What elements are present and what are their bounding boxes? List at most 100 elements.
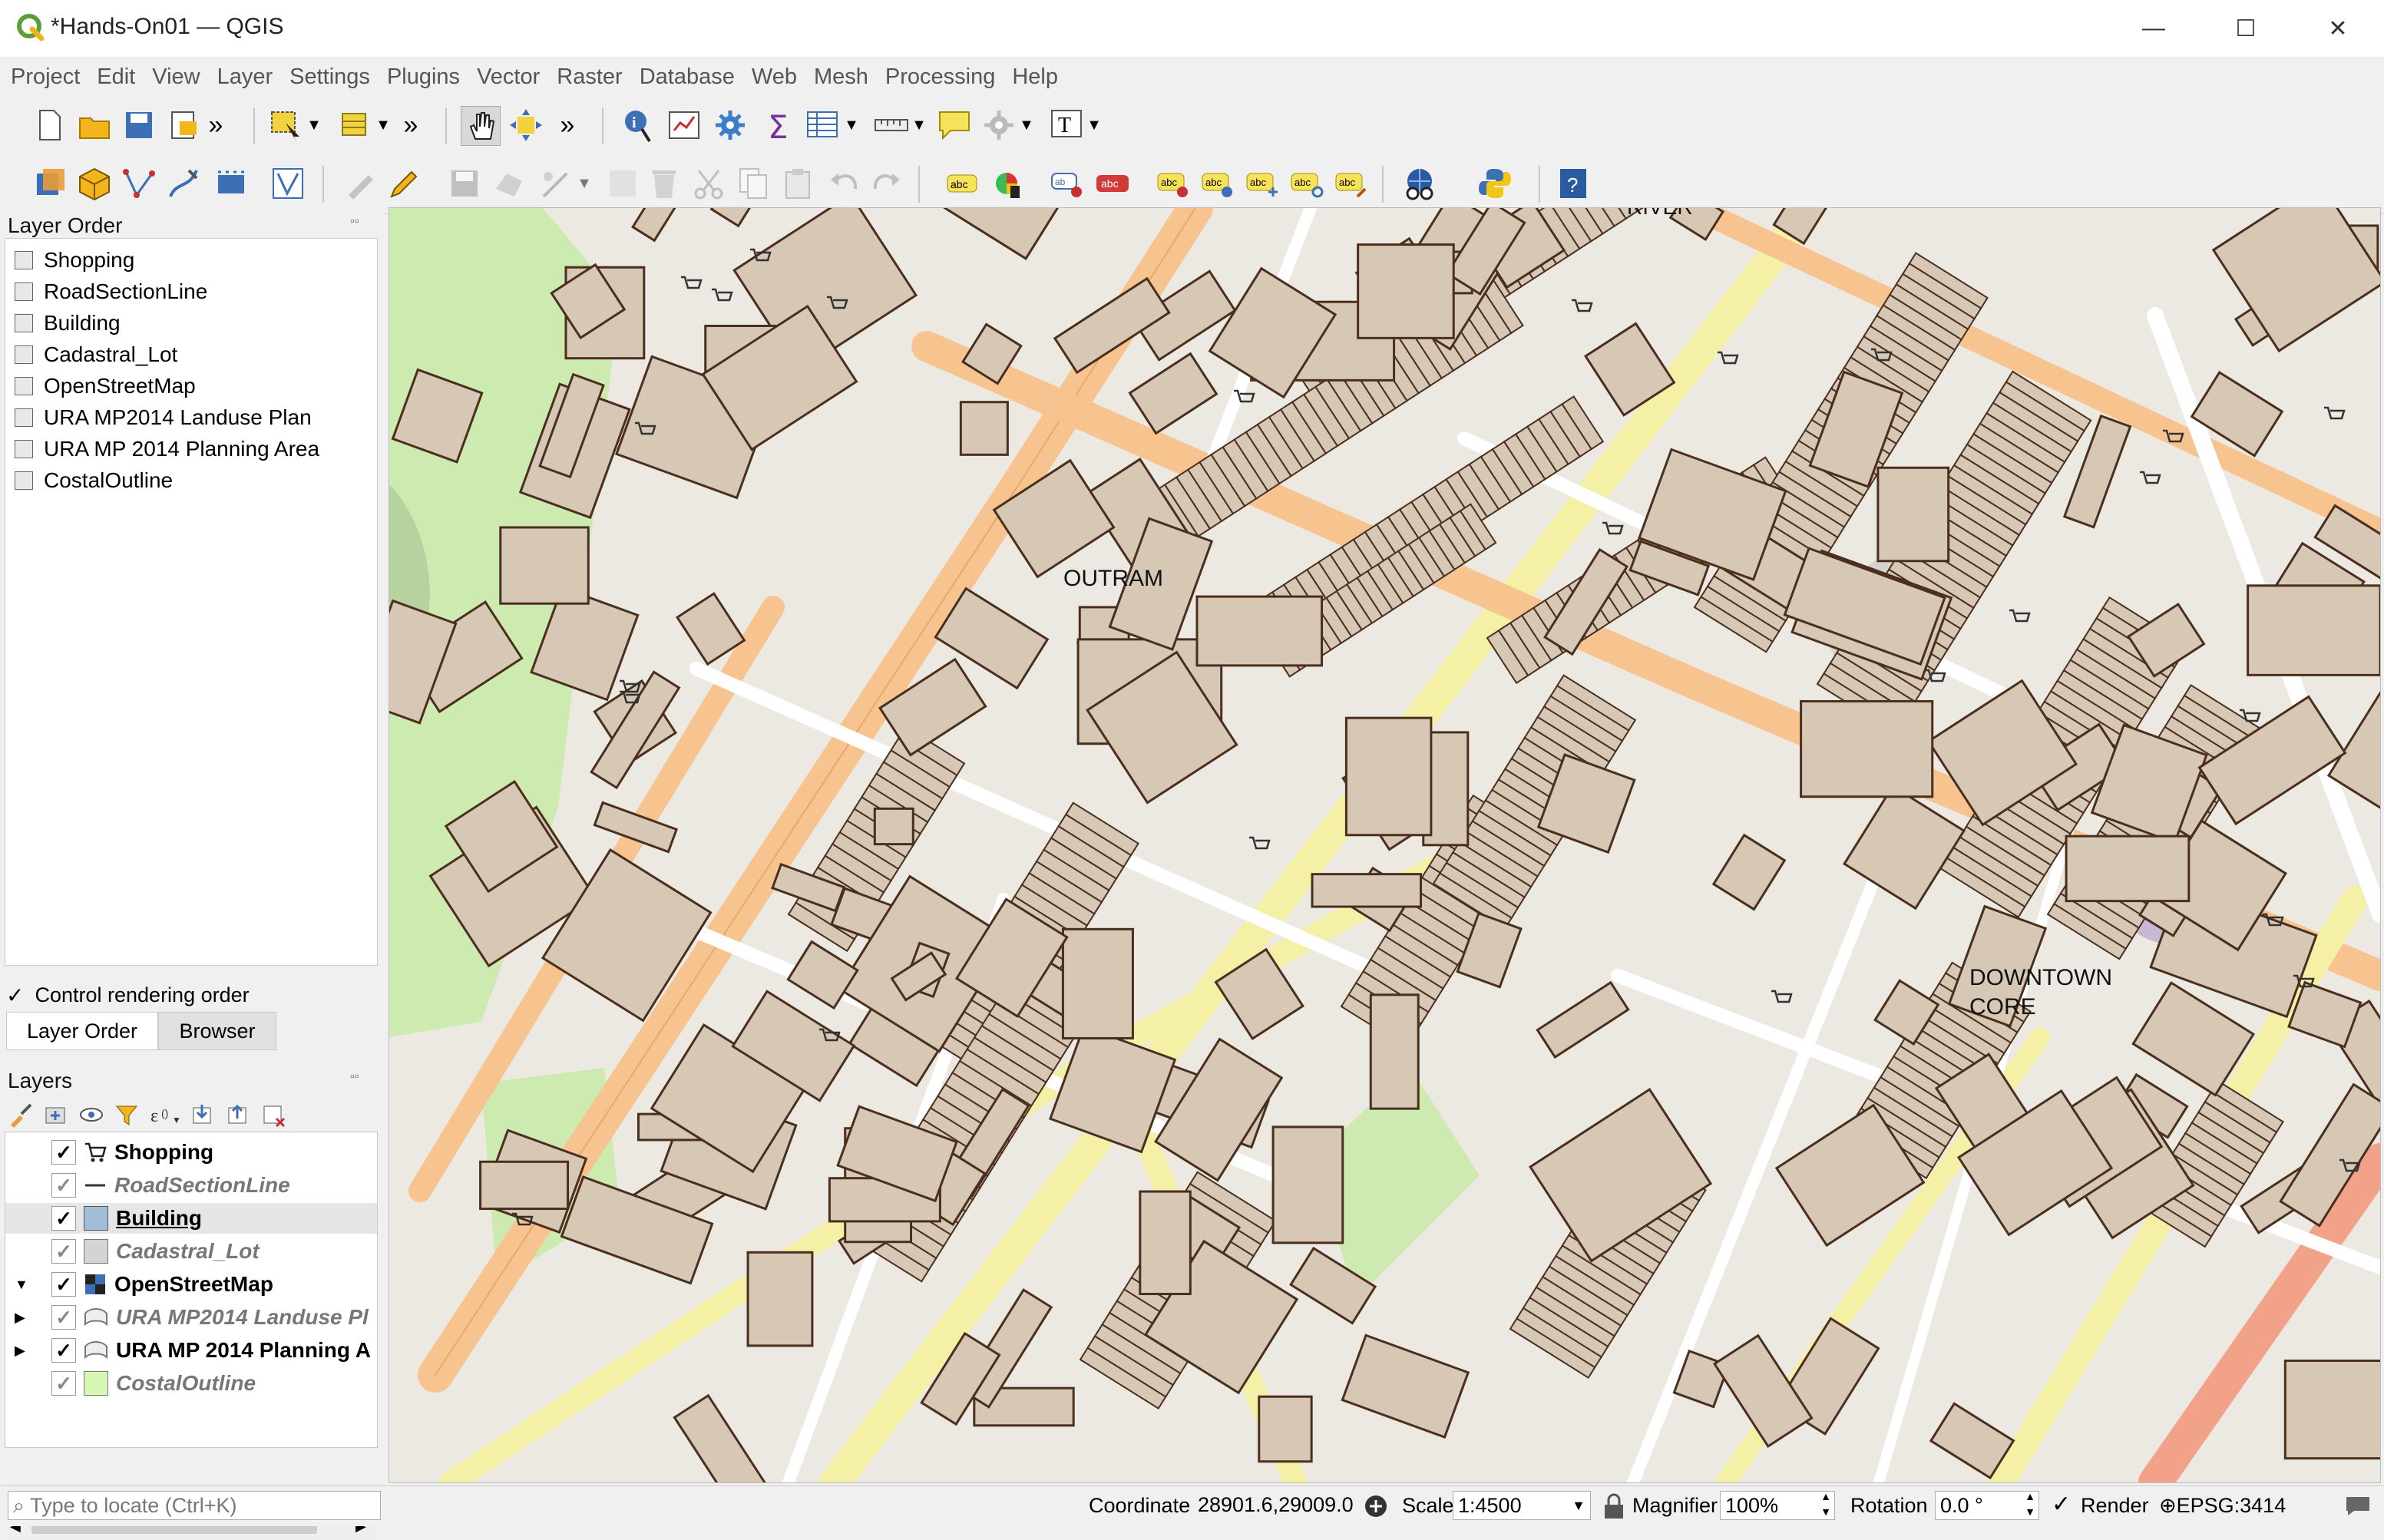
- map-render[interactable]: OUTRAM DOWNTOWN CORE RIVER: [389, 208, 2380, 1482]
- menu-help[interactable]: Help: [1012, 64, 1058, 90]
- processing-gear-icon[interactable]: [980, 106, 1018, 144]
- layer-order-item[interactable]: Building: [5, 308, 121, 339]
- layer-row-shopping[interactable]: ✓ Shopping: [5, 1137, 377, 1168]
- layer-order-item[interactable]: RoadSectionLine: [5, 276, 207, 307]
- select-features-icon[interactable]: [267, 106, 306, 144]
- copy-features-icon[interactable]: [734, 164, 772, 203]
- menu-vector[interactable]: Vector: [477, 64, 540, 90]
- dropdown-arrow-icon[interactable]: ▼: [1018, 106, 1035, 144]
- new-temporary-layer-icon[interactable]: [212, 164, 250, 203]
- modify-attributes-icon[interactable]: [603, 164, 642, 203]
- layer-row-ura-landuse[interactable]: ▶ ✓ URA MP2014 Landuse Pl: [5, 1302, 377, 1333]
- settings-gear-icon[interactable]: [711, 106, 749, 144]
- layer-order-item[interactable]: URA MP2014 Landuse Plan: [5, 402, 312, 433]
- attribute-table-chart-icon[interactable]: [665, 106, 703, 144]
- menu-database[interactable]: Database: [640, 64, 735, 90]
- text-annotation-icon[interactable]: T: [1047, 106, 1086, 144]
- save-edits-icon[interactable]: [445, 164, 484, 203]
- minimize-button[interactable]: —: [2108, 0, 2200, 57]
- highlight-pinned-labels-icon[interactable]: abc: [1155, 164, 1193, 203]
- cut-features-icon[interactable]: [689, 164, 728, 203]
- show-hide-labels-icon[interactable]: abc: [1199, 164, 1238, 203]
- layer-visibility-checkbox[interactable]: ✓: [51, 1338, 76, 1363]
- paste-features-icon[interactable]: [779, 164, 817, 203]
- rotate-label-icon[interactable]: abc: [1288, 164, 1327, 203]
- lock-scale-icon[interactable]: [1602, 1492, 1626, 1520]
- toggle-editing-pencil-icon[interactable]: [384, 164, 422, 203]
- vertex-tool-icon[interactable]: [269, 164, 307, 203]
- layer-order-item[interactable]: Shopping: [5, 245, 134, 276]
- select-by-attributes-icon[interactable]: [336, 106, 375, 144]
- layer-order-item[interactable]: CostalOutline: [5, 465, 173, 496]
- render-checkbox[interactable]: ✓: [2052, 1491, 2071, 1518]
- style-brush-icon[interactable]: [8, 1102, 34, 1128]
- layer-row-openstreetmap[interactable]: ▼ ✓ OpenStreetMap: [5, 1269, 377, 1300]
- overflow-chevron-icon[interactable]: »: [556, 106, 579, 144]
- collapse-all-icon[interactable]: [226, 1102, 252, 1128]
- layer-order-item[interactable]: Cadastral_Lot: [5, 339, 177, 370]
- pan-map-icon[interactable]: [461, 106, 501, 146]
- open-project-icon[interactable]: [75, 106, 114, 144]
- coordinate-field[interactable]: 28901.6,29009.0: [1193, 1491, 1354, 1520]
- menu-raster[interactable]: Raster: [557, 64, 622, 90]
- collapse-arrow-icon[interactable]: ▼: [15, 1277, 30, 1293]
- new-geopackage-icon[interactable]: [75, 164, 114, 203]
- magnifier-spinbox[interactable]: 100% ▲ ▼: [1720, 1490, 1835, 1520]
- dropdown-arrow-icon[interactable]: ▼: [576, 164, 593, 203]
- dock-float-icon[interactable]: ▫▫: [350, 1070, 359, 1084]
- maximize-button[interactable]: ☐: [2200, 0, 2292, 57]
- dropdown-arrow-icon[interactable]: ▼: [375, 106, 392, 144]
- help-icon[interactable]: ?: [1554, 164, 1592, 203]
- tab-browser[interactable]: Browser: [158, 1012, 276, 1050]
- control-rendering-order-checkbox[interactable]: ✓ Control rendering order: [6, 983, 250, 1008]
- filter-expression-icon[interactable]: ε () ▼: [149, 1102, 181, 1128]
- tab-layer-order[interactable]: Layer Order: [6, 1012, 158, 1050]
- rotation-spinbox[interactable]: 0.0 ° ▲ ▼: [1935, 1490, 2039, 1520]
- digitize-vertex-icon[interactable]: [120, 164, 158, 203]
- menu-layer[interactable]: Layer: [217, 64, 273, 90]
- move-label-icon[interactable]: abc: [1244, 164, 1282, 203]
- edit-feature-icon[interactable]: [537, 164, 576, 203]
- pin-labels-icon[interactable]: ab: [1049, 164, 1087, 203]
- menu-edit[interactable]: Edit: [97, 64, 135, 90]
- layer-row-cadastral-lot[interactable]: ✓ Cadastral_Lot: [5, 1236, 377, 1267]
- layer-row-ura-planning[interactable]: ▶ ✓ URA MP 2014 Planning A: [5, 1335, 377, 1366]
- layer-visibility-checkbox[interactable]: ✓: [51, 1173, 76, 1198]
- print-layout-icon[interactable]: [164, 106, 203, 144]
- show-unplaced-labels-icon[interactable]: abc: [1093, 164, 1132, 203]
- layer-order-item[interactable]: OpenStreetMap: [5, 371, 196, 402]
- expand-all-icon[interactable]: [190, 1102, 217, 1128]
- data-source-manager-icon[interactable]: [31, 164, 69, 203]
- close-button[interactable]: ✕: [2292, 0, 2384, 57]
- overflow-chevron-icon[interactable]: »: [204, 106, 227, 144]
- expand-arrow-icon[interactable]: ▶: [15, 1310, 30, 1326]
- dropdown-arrow-icon[interactable]: ▼: [911, 106, 927, 144]
- menu-plugins[interactable]: Plugins: [387, 64, 460, 90]
- toggle-extents-icon[interactable]: [1362, 1492, 1390, 1520]
- menu-settings[interactable]: Settings: [289, 64, 370, 90]
- digitize-curve-icon[interactable]: [164, 164, 203, 203]
- pan-to-selection-icon[interactable]: [507, 106, 545, 144]
- layer-row-roadsectionline[interactable]: ✓ RoadSectionLine: [5, 1170, 377, 1201]
- locator-search-input[interactable]: ⌕ Type to locate (Ctrl+K): [8, 1491, 381, 1520]
- menu-project[interactable]: Project: [11, 64, 80, 90]
- layer-visibility-checkbox[interactable]: ✓: [51, 1140, 76, 1165]
- layer-visibility-checkbox[interactable]: ✓: [51, 1371, 76, 1396]
- menu-mesh[interactable]: Mesh: [814, 64, 868, 90]
- menu-web[interactable]: Web: [752, 64, 797, 90]
- new-project-icon[interactable]: [31, 106, 69, 144]
- menu-processing[interactable]: Processing: [885, 64, 995, 90]
- menu-view[interactable]: View: [152, 64, 200, 90]
- crs-button[interactable]: ⊕EPSG:3414: [2159, 1494, 2286, 1518]
- map-canvas[interactable]: OUTRAM DOWNTOWN CORE RIVER: [389, 207, 2381, 1483]
- metasearch-globe-icon[interactable]: [1400, 164, 1439, 203]
- attribute-table-icon[interactable]: [803, 106, 842, 144]
- layer-row-costaloutline[interactable]: ✓ CostalOutline: [5, 1368, 377, 1399]
- visibility-eye-icon[interactable]: [78, 1102, 104, 1128]
- layer-order-item[interactable]: URA MP 2014 Planning Area: [5, 434, 319, 464]
- layer-visibility-checkbox[interactable]: ✓: [51, 1305, 76, 1330]
- dropdown-arrow-icon[interactable]: ▼: [843, 106, 860, 144]
- remove-layer-icon[interactable]: [261, 1102, 287, 1128]
- layer-visibility-checkbox[interactable]: ✓: [51, 1239, 76, 1264]
- redo-icon[interactable]: [868, 164, 906, 203]
